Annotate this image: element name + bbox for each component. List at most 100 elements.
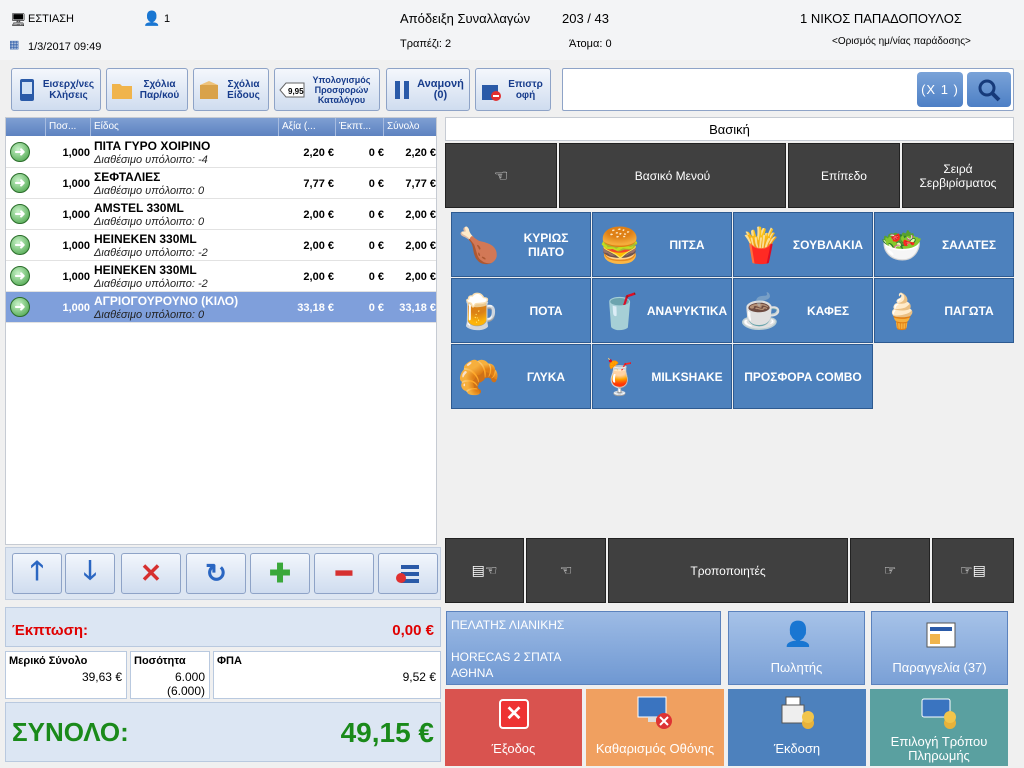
arrow-right-icon[interactable]: ➜ (10, 235, 30, 255)
arrow-right-icon[interactable]: ➜ (10, 204, 30, 224)
issue-button[interactable]: Έκδοση (728, 689, 866, 766)
row-name: ΑΓΡΙΟΓΟΥΡΟΥΝΟ (ΚΙΛΟ) (94, 294, 239, 308)
serving-order-button[interactable]: Σειρά Σερβιρίσματος (902, 143, 1014, 208)
row-total: 33,18 € (399, 302, 436, 314)
x-icon: ✕ (140, 558, 162, 588)
move-down-button[interactable]: 🡓 (65, 553, 115, 594)
arrow-right-icon[interactable]: ➜ (10, 266, 30, 286)
row-available: Διαθέσιμο υπόλοιπο: -2 (94, 278, 208, 290)
last-page-button[interactable]: ☞▤ (932, 538, 1014, 603)
return-button[interactable]: Επιστρ οφή (475, 68, 551, 111)
search-button[interactable] (967, 72, 1011, 107)
main-menu-button[interactable]: Βασικό Μενού (559, 143, 786, 208)
table-row[interactable]: ➜ 1,000 ΑΓΡΙΟΓΟΥΡΟΥΝΟ (ΚΙΛΟ) Διαθέσιμο υπόλ… (6, 292, 436, 323)
user-count: 1 (164, 13, 171, 25)
category-icon: 🍗 (457, 227, 501, 265)
table-row[interactable]: ➜ 1,000 ΠΙΤΑ ΓΥΡΟ ΧΟΙΡΙΝΟ Διαθέσιμο υπόλοιπ… (6, 137, 436, 168)
seller-button[interactable]: 👤 Πωλητής (728, 611, 865, 685)
category-tile[interactable]: 🥤 ΑΝΑΨΥΚΤΙΚΑ (592, 278, 732, 343)
svg-text:9,95: 9,95 (288, 87, 304, 96)
orders-button[interactable]: Παραγγελία (37) (871, 611, 1008, 685)
modifiers-button[interactable]: Τροποποιητές (608, 538, 848, 603)
row-discount: 0 € (368, 209, 384, 221)
row-name: HEINEKEN 330ML (94, 263, 197, 277)
category-label: ΓΛΥΚΑ (526, 369, 566, 384)
discount-value[interactable]: 0,00 € (392, 622, 434, 639)
prev-page-button[interactable]: ☜ (526, 538, 606, 603)
row-value: 2,00 € (303, 240, 334, 252)
category-tile[interactable]: ☕ ΚΑΦΕΣ (733, 278, 873, 343)
plus-button[interactable]: ✚ (250, 553, 310, 594)
category-tile[interactable]: 🥗 ΣΑΛΑΤΕΣ (874, 212, 1014, 277)
arrow-right-icon[interactable]: ➜ (10, 142, 30, 162)
category-tile[interactable]: 🍔 ΠΙΤΣΑ (592, 212, 732, 277)
calculate-offers-button[interactable]: 9,95 Υπολογισμός Προσφορών Καταλόγου (274, 68, 380, 111)
category-tile[interactable]: 🍗 ΚΥΡΙΩΣ ΠΙΑΤΟ (451, 212, 591, 277)
row-name: ΠΙΤΑ ΓΥΡΟ ΧΟΙΡΙΝΟ (94, 139, 211, 153)
delivery-date-link[interactable]: <Ορισμός ημ/νίας παράδοσης> (832, 36, 971, 47)
row-value: 33,18 € (297, 302, 334, 314)
category-icon: 🍔 (598, 227, 642, 265)
row-available: Διαθέσιμο υπόλοιπο: -4 (94, 154, 208, 166)
folder-icon (111, 77, 133, 103)
category-label: ΚΑΦΕΣ (806, 303, 850, 318)
row-available: Διαθέσιμο υπόλοιπο: 0 (94, 185, 205, 197)
col-discount[interactable]: Έκπτ... (336, 118, 384, 136)
row-discount: 0 € (368, 147, 384, 159)
category-tile[interactable]: ΠΡΟΣΦΟΡΑ COMBO (733, 344, 873, 409)
undo-button[interactable]: ↻ (186, 553, 246, 594)
table-row[interactable]: ➜ 1,000 AMSTEL 330ML Διαθέσιμο υπόλοιπο: 0 2… (6, 199, 436, 230)
order-comments-button[interactable]: Σχόλια Παρ/κού (106, 68, 188, 111)
pause-icon (391, 77, 413, 103)
table-row[interactable]: ➜ 1,000 HEINEKEN 330ML Διαθέσιμο υπόλοιπο: … (6, 261, 436, 292)
level-button[interactable]: Επίπεδο (788, 143, 900, 208)
item-comments-button[interactable]: Σχόλια Είδους (193, 68, 269, 111)
incoming-calls-button[interactable]: Εισερχ/νες Κλήσεις (11, 68, 101, 111)
category-tile[interactable]: 🍟 ΣΟΥΒΛΑΚΙΑ (733, 212, 873, 277)
clear-screen-button[interactable]: Καθαρισμός Οθόνης (586, 689, 724, 766)
minus-button[interactable]: ━ (314, 553, 374, 594)
arrow-up-icon: 🡑 (30, 554, 44, 585)
category-icon: 🍦 (880, 293, 924, 331)
col-qty[interactable]: Ποσ... (46, 118, 91, 136)
col-item[interactable]: Είδος (91, 118, 279, 136)
multiplier-button[interactable]: (X 1 ) (917, 72, 963, 107)
monitor-icon: 🖥 (10, 12, 27, 27)
first-page-button[interactable]: ▤☜ (445, 538, 524, 603)
col-total[interactable]: Σύνολο (384, 118, 436, 136)
payment-method-button[interactable]: Επιλογή Τρόπου Πληρωμής (870, 689, 1008, 766)
table-row[interactable]: ➜ 1,000 HEINEKEN 330ML Διαθέσιμο υπόλοιπο: … (6, 230, 436, 261)
row-available: Διαθέσιμο υπόλοιπο: -2 (94, 247, 208, 259)
move-up-button[interactable]: 🡑 (12, 553, 62, 594)
arrow-right-icon[interactable]: ➜ (10, 173, 30, 193)
category-label: ΣΟΥΒΛΑΚΙΑ (792, 237, 864, 252)
order-grid: Ποσ... Είδος Αξία (... Έκπτ... Σύνολο ➜ 1… (5, 117, 437, 545)
customer-name[interactable]: 1 ΝΙΚΟΣ ΠΑΠΑΔΟΠΟΥΛΟΣ (800, 11, 962, 26)
grand-total-panel: ΣΥΝΟΛΟ: 49,15 € (5, 702, 441, 762)
item-options-button[interactable] (378, 553, 438, 594)
category-label: ΠΑΓΩΤΑ (944, 303, 994, 318)
category-back-button[interactable]: ☜ (445, 143, 557, 208)
table-label: Τραπέζι: 2 (400, 38, 452, 50)
table-row[interactable]: ➜ 1,000 ΣΕΦΤΑΛΙΕΣ Διαθέσιμο υπόλοιπο: 0 7,77… (6, 168, 436, 199)
top-bar: 🖥 ΕΣΤΙΑΣΗ 👤 1 ▦ 1/3/2017 09:49 Απόδειξη … (0, 0, 1024, 60)
quantity-box: Ποσότητα 6.000 (6.000) (130, 651, 210, 699)
col-value[interactable]: Αξία (... (279, 118, 336, 136)
customer-info-button[interactable]: ΠΕΛΑΤΗΣ ΛΙΑΝΙΚΗΣ HORECAS 2 ΣΠΑΤΑ ΑΘΗΝΑ (446, 611, 721, 685)
exit-button[interactable]: ✕ Έξοδος (445, 689, 582, 766)
delete-button[interactable]: ✕ (121, 553, 181, 594)
row-discount: 0 € (368, 271, 384, 283)
next-page-button[interactable]: ☞ (850, 538, 930, 603)
arrow-right-icon[interactable]: ➜ (10, 297, 30, 317)
category-tile[interactable]: 🍦 ΠΑΓΩΤΑ (874, 278, 1014, 343)
row-name: ΣΕΦΤΑΛΙΕΣ (94, 170, 161, 184)
row-discount: 0 € (368, 302, 384, 314)
row-available: Διαθέσιμο υπόλοιπο: 0 (94, 309, 205, 321)
row-total: 2,00 € (405, 240, 436, 252)
discount-label: Έκπτωση: (12, 622, 89, 639)
hold-button[interactable]: Αναμονή (0) (386, 68, 470, 111)
row-qty: 1,000 (62, 302, 90, 314)
category-tile[interactable]: 🍹 MILKSHAKE (592, 344, 732, 409)
category-tile[interactable]: 🥐 ΓΛΥΚΑ (451, 344, 591, 409)
category-tile[interactable]: 🍺 ΠΟΤΑ (451, 278, 591, 343)
